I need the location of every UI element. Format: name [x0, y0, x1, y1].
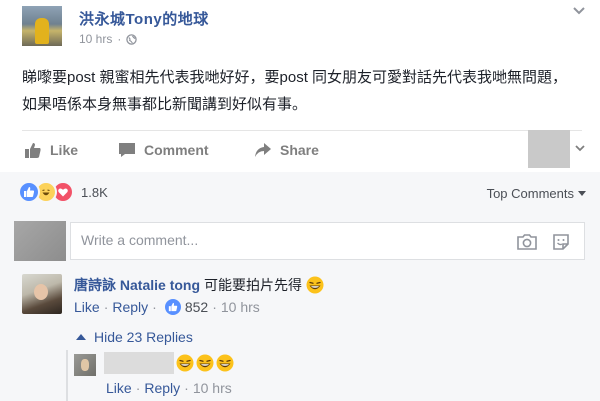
caret-down-icon: [578, 191, 586, 196]
thumbs-up-icon: [25, 143, 41, 158]
comment-like-link[interactable]: Like: [74, 299, 100, 315]
commenter-name[interactable]: 唐詩詠 Natalie tong: [74, 275, 200, 295]
caret-up-icon: [76, 334, 86, 340]
hide-replies-label: Hide 23 Replies: [94, 329, 193, 345]
post-meta: 10 hrs ·: [79, 32, 138, 46]
hide-replies-toggle[interactable]: Hide 23 Replies: [76, 329, 193, 345]
share-button[interactable]: Share: [254, 136, 319, 164]
top-comments-dropdown[interactable]: Top Comments: [487, 186, 586, 201]
poster-avatar[interactable]: [22, 6, 62, 46]
commenter-avatar[interactable]: [22, 274, 62, 314]
dot-separator: ·: [135, 380, 141, 396]
dot-separator: ·: [103, 299, 109, 315]
sort-label: Top Comments: [486, 186, 574, 201]
comment-button[interactable]: Comment: [118, 136, 209, 164]
reply-avatar[interactable]: [74, 354, 96, 376]
post-action-bar: Like Comment Share: [22, 130, 585, 168]
post-text: 睇嚟要post 親蜜相先代表我哋好好，要post 同女朋友可愛對話先代表我哋無問…: [22, 69, 568, 113]
like-icon: [18, 181, 40, 203]
dot-separator: ·: [152, 299, 157, 315]
comment-reply-link[interactable]: Reply: [112, 299, 148, 315]
comment-text: 可能要拍片先得: [204, 277, 303, 293]
meta-separator: ·: [117, 32, 122, 46]
reply-time[interactable]: 10 hrs: [193, 380, 232, 396]
current-user-avatar: [14, 221, 66, 261]
post-options-chevron-icon[interactable]: [572, 6, 586, 16]
like-badge-icon: [164, 299, 181, 315]
divider: [22, 130, 582, 131]
laughing-emoji-icon: [306, 276, 324, 294]
share-arrow-icon: [255, 143, 271, 157]
dot-separator: ·: [184, 380, 189, 396]
comment-time[interactable]: 10 hrs: [221, 299, 260, 315]
comment-body: 唐詩詠 Natalie tong 可能要拍片先得: [74, 275, 324, 295]
post-time[interactable]: 10 hrs: [79, 32, 112, 46]
laughing-emoji-icon: [216, 354, 234, 372]
reply-like-link[interactable]: Like: [106, 380, 132, 396]
comment-icon: [119, 143, 135, 157]
camera-icon[interactable]: [516, 232, 538, 252]
laughing-emoji-icon: [176, 354, 194, 372]
like-button[interactable]: Like: [24, 136, 78, 164]
like-label: Like: [50, 142, 79, 158]
reaction-count[interactable]: 1.8K: [81, 185, 108, 200]
comment-input[interactable]: [79, 231, 503, 249]
globe-icon: [126, 33, 138, 45]
blurred-avatar[interactable]: [528, 130, 570, 168]
comment-actions: Like · Reply · 852 · 10 hrs: [74, 299, 260, 315]
share-label: Share: [280, 142, 319, 158]
reply-text: [176, 354, 234, 372]
comment-composer[interactable]: [70, 222, 585, 260]
laughing-emoji-icon: [196, 354, 214, 372]
chevron-down-icon[interactable]: [574, 142, 586, 154]
reply-actions: Like · Reply · 10 hrs: [106, 380, 232, 396]
reply-reply-link[interactable]: Reply: [144, 380, 180, 396]
reply-thread-line: [66, 350, 68, 401]
dot-separator: ·: [212, 299, 217, 315]
comment-label: Comment: [144, 142, 209, 158]
comment-like-count[interactable]: 852: [185, 299, 208, 315]
poster-name[interactable]: 洪永城Tony的地球: [79, 8, 209, 29]
reply-author-redacted[interactable]: [104, 352, 174, 374]
reactions-summary[interactable]: 1.8K: [18, 180, 108, 204]
sticker-icon[interactable]: [551, 232, 571, 252]
